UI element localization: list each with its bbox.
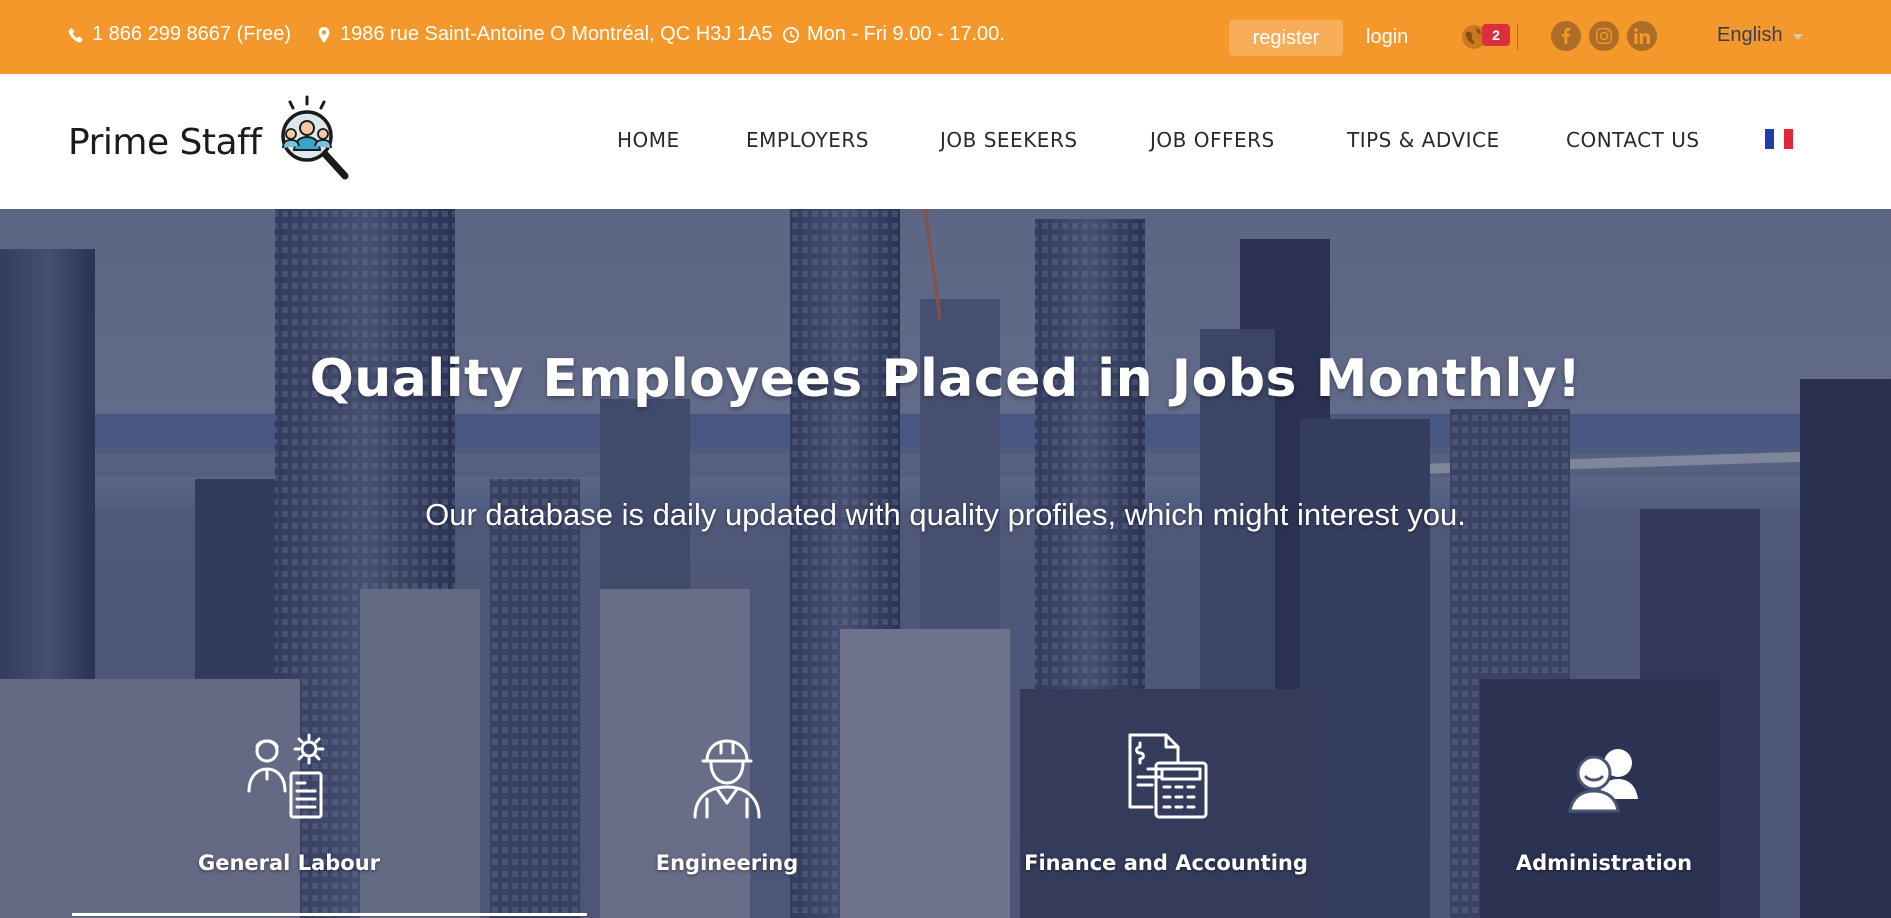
calculator-invoice-icon [1128,733,1208,819]
french-flag-language-icon[interactable] [1765,129,1793,149]
linkedin-link[interactable] [1627,21,1657,51]
nav-job-seekers[interactable]: JOB SEEKERS [940,128,1078,152]
topbar-divider [1517,24,1518,50]
facebook-link[interactable] [1551,21,1581,51]
opening-hours: Mon - Fri 9.00 - 17.00. [783,23,1005,46]
hero-banner: Quality Employees Placed in Jobs Monthly… [0,209,1891,918]
category-engineering[interactable]: Engineering [577,729,877,875]
linkedin-icon [1634,28,1650,44]
address-contact[interactable]: 1986 rue Saint-Antoine O Montréal, QC H3… [316,23,772,46]
people-group-icon [1568,749,1638,813]
category-label: General Labour [197,851,381,875]
brand-name: Prime Staff [68,121,262,163]
category-general-labour[interactable]: General Labour [139,729,439,875]
category-finance-accounting[interactable]: Finance and Accounting [1016,729,1316,875]
category-administration[interactable]: Administration [1454,729,1754,875]
category-label: Administration [1515,851,1693,875]
login-button[interactable]: login [1366,26,1408,49]
language-label: English [1717,24,1783,46]
chevron-down-icon [1792,34,1803,40]
instagram-icon [1596,28,1612,44]
nav-contact-us[interactable]: CONTACT US [1566,128,1700,152]
hero-subtitle: Our database is daily updated with quali… [425,497,1466,532]
nav-tips-advice[interactable]: TIPS & ADVICE [1347,128,1500,152]
worker-gear-icon [247,733,325,819]
main-navbar: Prime Staff HOME EMPLOYERS JOB SEEKERS J… [0,74,1891,209]
nav-home[interactable]: HOME [617,128,680,152]
nav-employers[interactable]: EMPLOYERS [746,128,869,152]
flag-red-stripe [1783,129,1793,149]
phone-icon [68,27,83,42]
clock-icon [783,26,799,43]
map-pin-icon [318,26,330,43]
register-button[interactable]: register [1229,20,1343,56]
engineer-helmet-icon [693,739,761,819]
hours-text: Mon - Fri 9.00 - 17.00. [807,23,1005,45]
phone-number: 1 866 299 8667 (Free) [92,23,292,45]
address-text: 1986 rue Saint-Antoine O Montréal, QC H3… [340,23,773,45]
notification-badge: 2 [1482,24,1510,46]
language-selector[interactable]: English [1717,24,1803,47]
nav-job-offers[interactable]: JOB OFFERS [1150,128,1275,152]
flag-blue-stripe [1765,129,1775,149]
category-label: Finance and Accounting [1024,851,1308,875]
facebook-icon [1562,28,1570,44]
hero-title: Quality Employees Placed in Jobs Monthly… [309,349,1582,409]
category-label: Engineering [655,851,799,875]
site-logo[interactable]: Prime Staff [68,94,359,190]
top-contact-bar: 1 866 299 8667 (Free) 1986 rue Saint-Ant… [0,0,1891,74]
flag-white-stripe [1774,129,1784,149]
hero-underline-accent [72,913,587,916]
magnifier-people-logo-icon [281,95,349,180]
phone-contact[interactable]: 1 866 299 8667 (Free) [68,23,291,46]
instagram-link[interactable] [1589,21,1619,51]
